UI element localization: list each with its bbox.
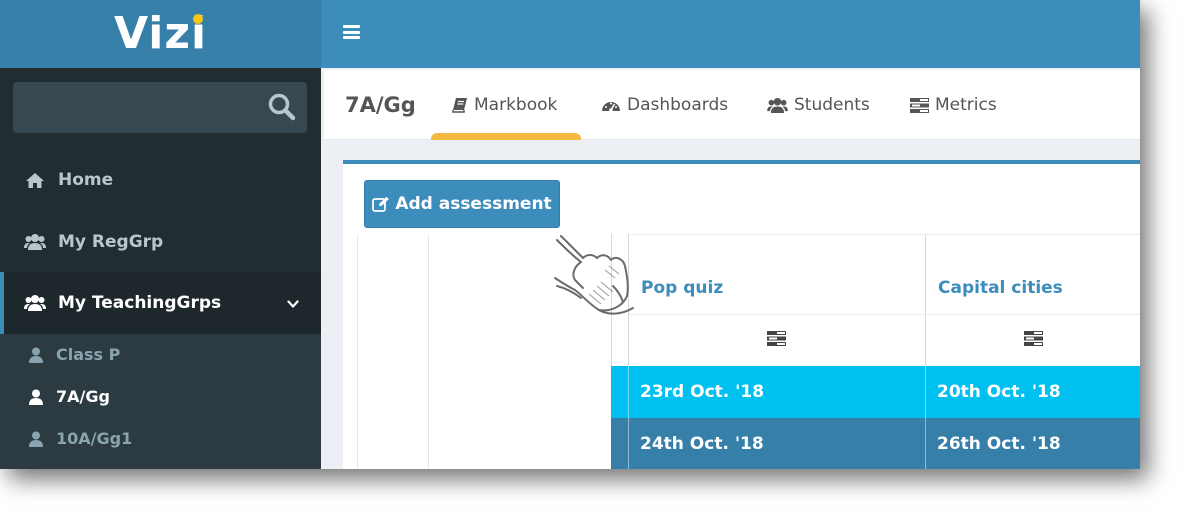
edit-icon [372, 196, 390, 213]
book-icon [452, 97, 468, 113]
top-navbar [321, 0, 1140, 68]
date-cell[interactable]: 20th Oct. '18 [925, 366, 1061, 418]
add-assessment-label: Add assessment [395, 194, 552, 214]
sidebar-subitem-label: 10A/Gg1 [56, 429, 133, 448]
hamburger-icon[interactable] [343, 25, 360, 39]
page-title: 7A/Gg [345, 93, 416, 117]
tab-markbook[interactable]: Markbook [452, 95, 557, 115]
sidebar-item-label: My TeachingGrps [58, 293, 222, 313]
date-row: 24th Oct. '18 26th Oct. '18 [611, 418, 1140, 469]
search-icon[interactable] [267, 92, 297, 126]
logo-accent-dot [193, 14, 204, 24]
tab-bar: 7A/Gg Markbook Dashboards Students Metri… [324, 70, 1140, 140]
add-assessment-button[interactable]: Add assessment [364, 180, 560, 228]
app-window: Vizi Home My RegGrp My TeachingGrps Clas… [0, 0, 1140, 469]
metrics-icon[interactable] [1024, 331, 1043, 350]
users-icon [24, 233, 46, 251]
sidebar-item-home[interactable]: Home [0, 159, 321, 201]
sidebar-item-my-teachinggrps[interactable]: My TeachingGrps [0, 272, 321, 334]
date-cell[interactable]: 26th Oct. '18 [925, 418, 1061, 469]
logo-bar: Vizi [0, 0, 321, 68]
assessment-header-capital-cities[interactable]: Capital cities [938, 278, 1063, 298]
home-icon [24, 172, 46, 189]
active-tab-indicator [431, 133, 581, 140]
users-icon [24, 294, 46, 312]
sidebar-item-my-reggrp[interactable]: My RegGrp [0, 221, 321, 263]
dashboard-icon [601, 97, 621, 113]
sidebar-subitem-label: Class P [56, 345, 121, 364]
tab-label: Dashboards [627, 95, 729, 115]
list-icon [910, 97, 929, 113]
sidebar-subitem-class-p[interactable]: Class P [28, 345, 120, 364]
sidebar-subitem-7a-gg[interactable]: 7A/Gg [28, 387, 110, 406]
users-icon [767, 97, 788, 114]
search-input[interactable] [13, 82, 307, 133]
sidebar-item-label: Home [58, 170, 114, 190]
user-icon [28, 347, 44, 363]
date-cell[interactable]: 24th Oct. '18 [628, 418, 764, 469]
date-cell[interactable]: 23rd Oct. '18 [628, 366, 764, 418]
app-logo[interactable]: Vizi [114, 12, 207, 56]
user-icon [28, 431, 44, 447]
hand-pointer-icon [553, 230, 649, 322]
tab-dashboards[interactable]: Dashboards [601, 95, 728, 115]
tab-label: Markbook [474, 95, 558, 115]
chevron-down-icon[interactable] [287, 294, 299, 314]
tab-students[interactable]: Students [767, 95, 870, 115]
tab-metrics[interactable]: Metrics [910, 95, 997, 115]
tab-label: Students [794, 95, 870, 115]
markbook-grid: Pop quiz Capital cities 23rd Oct. '18 20… [357, 234, 1140, 469]
sidebar-subitem-label: 7A/Gg [56, 387, 110, 406]
sidebar: Vizi Home My RegGrp My TeachingGrps Clas… [0, 0, 321, 469]
metrics-icon[interactable] [767, 331, 786, 350]
user-icon [28, 389, 44, 405]
date-row: 23rd Oct. '18 20th Oct. '18 [611, 366, 1140, 418]
sidebar-subitem-10a-gg1[interactable]: 10A/Gg1 [28, 429, 132, 448]
sidebar-item-label: My RegGrp [58, 232, 164, 252]
assessment-header-pop-quiz[interactable]: Pop quiz [641, 278, 723, 298]
tab-label: Metrics [935, 95, 997, 115]
